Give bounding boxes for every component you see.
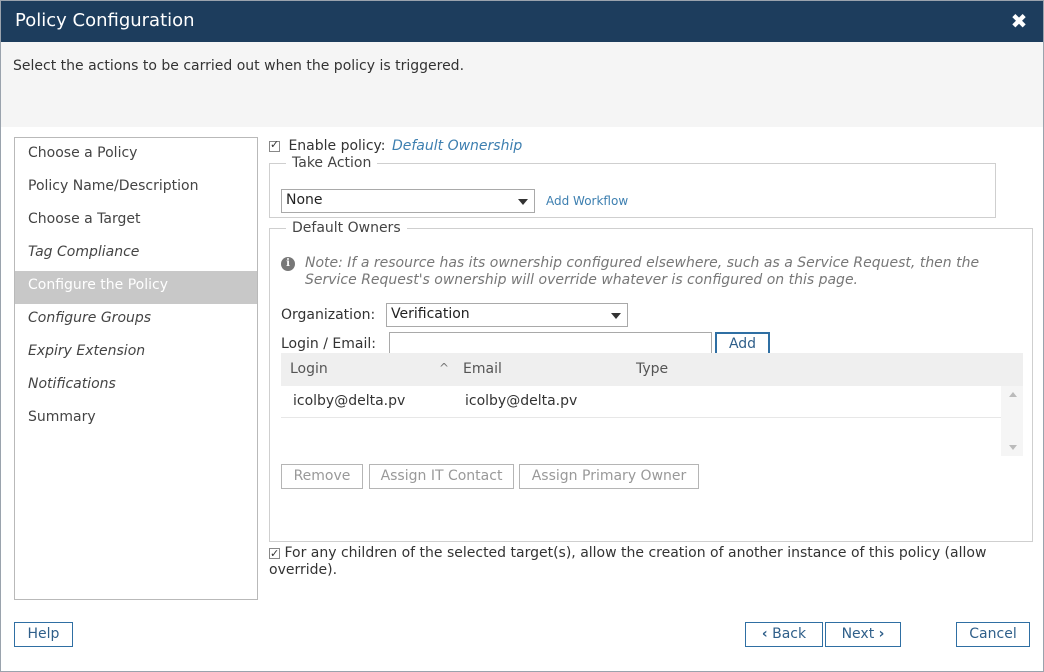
allow-override-label: For any children of the selected target(… [269,545,987,578]
table-row[interactable]: icolby@delta.pv icolby@delta.pv [281,386,1001,418]
chevron-down-icon [611,313,621,319]
step-choose-policy[interactable]: Choose a Policy [15,139,257,172]
next-button[interactable]: Next › [825,622,901,647]
allow-override-row: For any children of the selected target(… [269,545,1033,579]
enable-policy-label: Enable policy: [288,138,386,154]
step-configure-policy[interactable]: Configure the Policy [15,271,257,304]
step-policy-name[interactable]: Policy Name/Description [15,172,257,205]
default-owners-group: Default Owners i Note: If a resource has… [269,220,1033,542]
organization-label: Organization: [281,307,376,323]
step-notifications[interactable]: Notifications [15,370,257,403]
take-action-value: None [286,192,323,208]
take-action-group: Take Action None Add Workflow [269,155,996,218]
step-summary[interactable]: Summary [15,403,257,436]
column-email[interactable]: Email [463,361,502,377]
dialog-title: Policy Configuration [15,10,195,31]
step-tag-compliance[interactable]: Tag Compliance [15,238,257,271]
default-owners-legend: Default Owners [292,220,401,236]
sort-ascending-icon[interactable]: ^ [439,361,449,375]
close-icon[interactable]: ✖ [1009,10,1029,32]
chevron-left-icon: ‹ [761,626,768,642]
organization-select[interactable]: Verification [386,303,628,327]
remove-button[interactable]: Remove [281,464,363,489]
configuration-panel: Enable policy: Default Ownership Take Ac… [269,137,1033,587]
owners-grid: Login ^ Email Type icolby@delta.pv icolb… [281,353,1023,456]
policy-name: Default Ownership [391,138,523,154]
add-workflow-link[interactable]: Add Workflow [546,194,628,208]
organization-value: Verification [391,306,470,322]
scroll-up-icon[interactable] [1009,392,1017,397]
enable-policy-row: Enable policy: Default Ownership [269,138,522,156]
assign-primary-owner-button[interactable]: Assign Primary Owner [519,464,699,489]
wizard-steps: Choose a Policy Policy Name/Description … [14,137,258,600]
ownership-note: i Note: If a resource has its ownership … [281,255,1021,289]
column-login[interactable]: Login [290,361,328,377]
enable-policy-checkbox[interactable] [269,138,280,152]
column-type[interactable]: Type [636,361,668,377]
assign-it-contact-button[interactable]: Assign IT Contact [369,464,514,489]
chevron-down-icon [518,199,528,205]
back-button[interactable]: ‹ Back [745,622,823,647]
take-action-legend: Take Action [292,155,372,171]
owners-grid-header: Login ^ Email Type [281,353,1023,386]
cancel-button[interactable]: Cancel [956,622,1030,647]
scroll-down-icon[interactable] [1009,445,1017,450]
info-icon: i [281,257,295,271]
step-expiry-extension[interactable]: Expiry Extension [15,337,257,370]
title-bar: Policy Configuration ✖ [1,1,1043,42]
help-button[interactable]: Help [14,622,73,647]
policy-configuration-dialog: Policy Configuration ✖ Select the action… [0,0,1044,672]
grid-empty-area [281,418,1001,456]
instructions-panel: Select the actions to be carried out whe… [1,42,1043,127]
chevron-right-icon: › [878,626,885,642]
ownership-note-text: Note: If a resource has its ownership co… [305,255,980,288]
row-email: icolby@delta.pv [465,393,578,409]
allow-override-checkbox[interactable] [269,545,280,562]
owners-grid-body: icolby@delta.pv icolby@delta.pv [281,386,1023,456]
row-login: icolby@delta.pv [293,393,406,409]
take-action-select[interactable]: None [281,189,535,213]
instructions-text: Select the actions to be carried out whe… [13,58,465,74]
login-email-label: Login / Email: [281,336,376,352]
step-configure-groups[interactable]: Configure Groups [15,304,257,337]
step-choose-target[interactable]: Choose a Target [15,205,257,238]
